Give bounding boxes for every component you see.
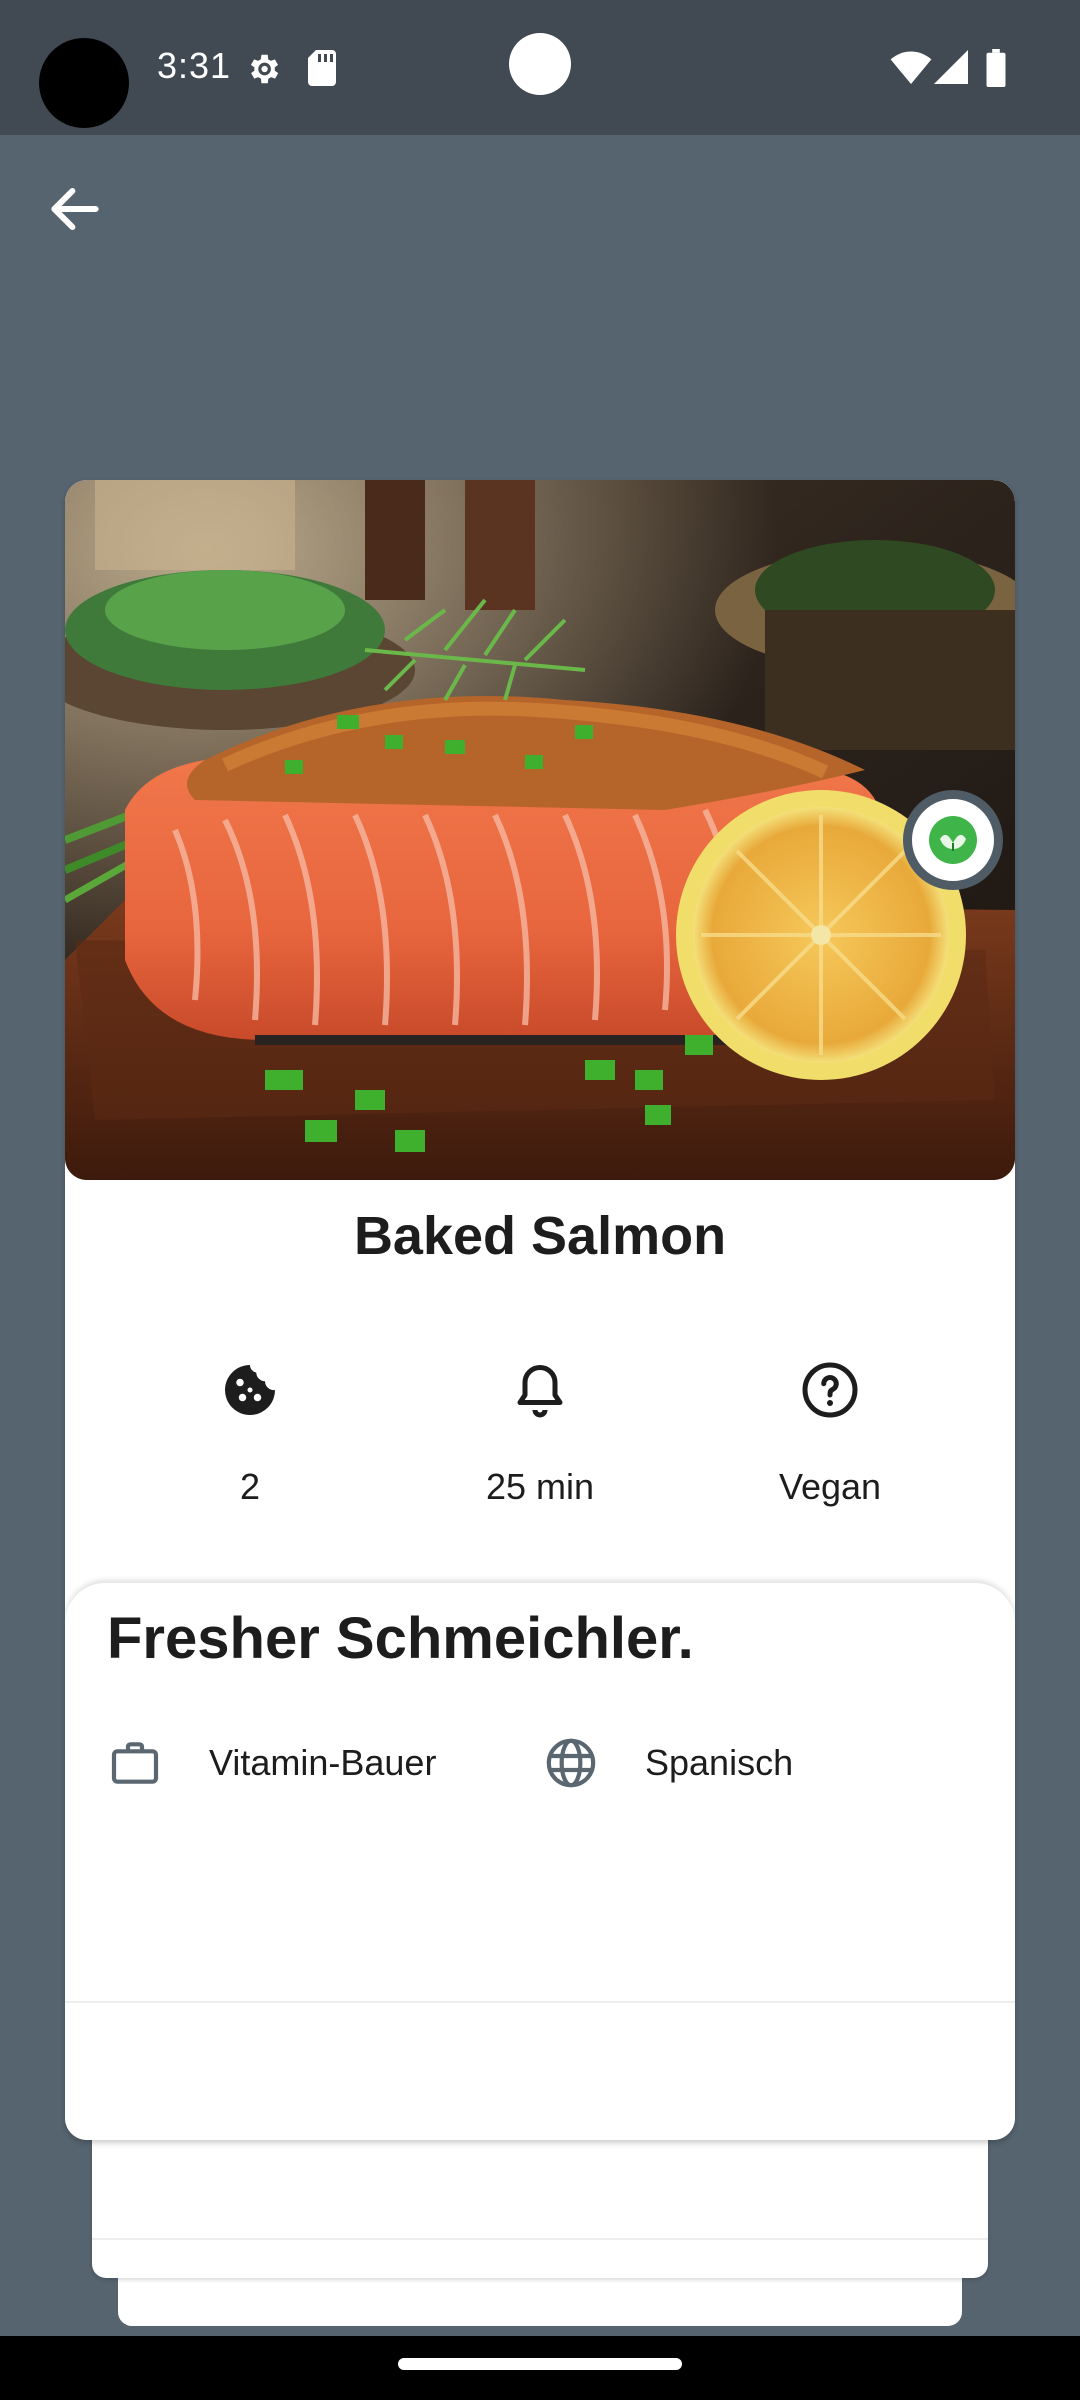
- category-item: Vitamin-Bauer: [107, 1733, 436, 1793]
- recipe-photo: [65, 480, 1015, 1180]
- briefcase-icon: [111, 1742, 159, 1784]
- stacked-card-middle: [92, 2130, 988, 2278]
- front-sensor: [509, 33, 571, 95]
- cookie-icon: [225, 1365, 275, 1415]
- category-label: Vitamin-Bauer: [209, 1742, 437, 1783]
- recipe-card[interactable]: Baked Salmon 2 25 min Vegan Fresher Schm…: [65, 480, 1015, 2140]
- divider: [92, 2238, 988, 2240]
- divider: [65, 2001, 1015, 2003]
- diet-stat: Vegan: [685, 1360, 975, 1508]
- navigation-bar: [0, 2336, 1080, 2400]
- signal-icon: [934, 50, 968, 84]
- servings-stat: 2: [105, 1360, 395, 1508]
- info-title: Fresher Schmeichler.: [107, 1606, 694, 1671]
- cuisine-label: Spanisch: [645, 1742, 794, 1783]
- time-stat: 25 min: [395, 1360, 685, 1508]
- status-time: 3:31: [157, 45, 232, 86]
- stacked-card-back: [118, 2270, 962, 2326]
- cuisine-item: Spanisch: [543, 1733, 793, 1793]
- sd-card-icon: [308, 50, 336, 86]
- vegan-badge: [903, 790, 1003, 890]
- status-bar: 3:31: [0, 0, 1080, 135]
- time-value: 25 min: [485, 1466, 595, 1507]
- gear-icon: [250, 54, 279, 84]
- home-gesture-handle[interactable]: [398, 2358, 682, 2370]
- recipe-title: Baked Salmon: [353, 1206, 727, 1266]
- bell-icon: [517, 1365, 563, 1418]
- globe-icon: [546, 1738, 596, 1788]
- vegan-leaf-icon: [929, 816, 977, 864]
- info-panel: Fresher Schmeichler. Vitamin-Bauer Spani…: [65, 1583, 1015, 2140]
- battery-icon: [986, 49, 1006, 87]
- back-arrow-icon[interactable]: [40, 178, 110, 240]
- camera-cutout: [39, 38, 129, 128]
- help-circle-icon: [802, 1362, 858, 1418]
- wifi-icon: [890, 51, 932, 84]
- diet-value: Vegan: [778, 1466, 882, 1507]
- servings-value: 2: [239, 1466, 261, 1507]
